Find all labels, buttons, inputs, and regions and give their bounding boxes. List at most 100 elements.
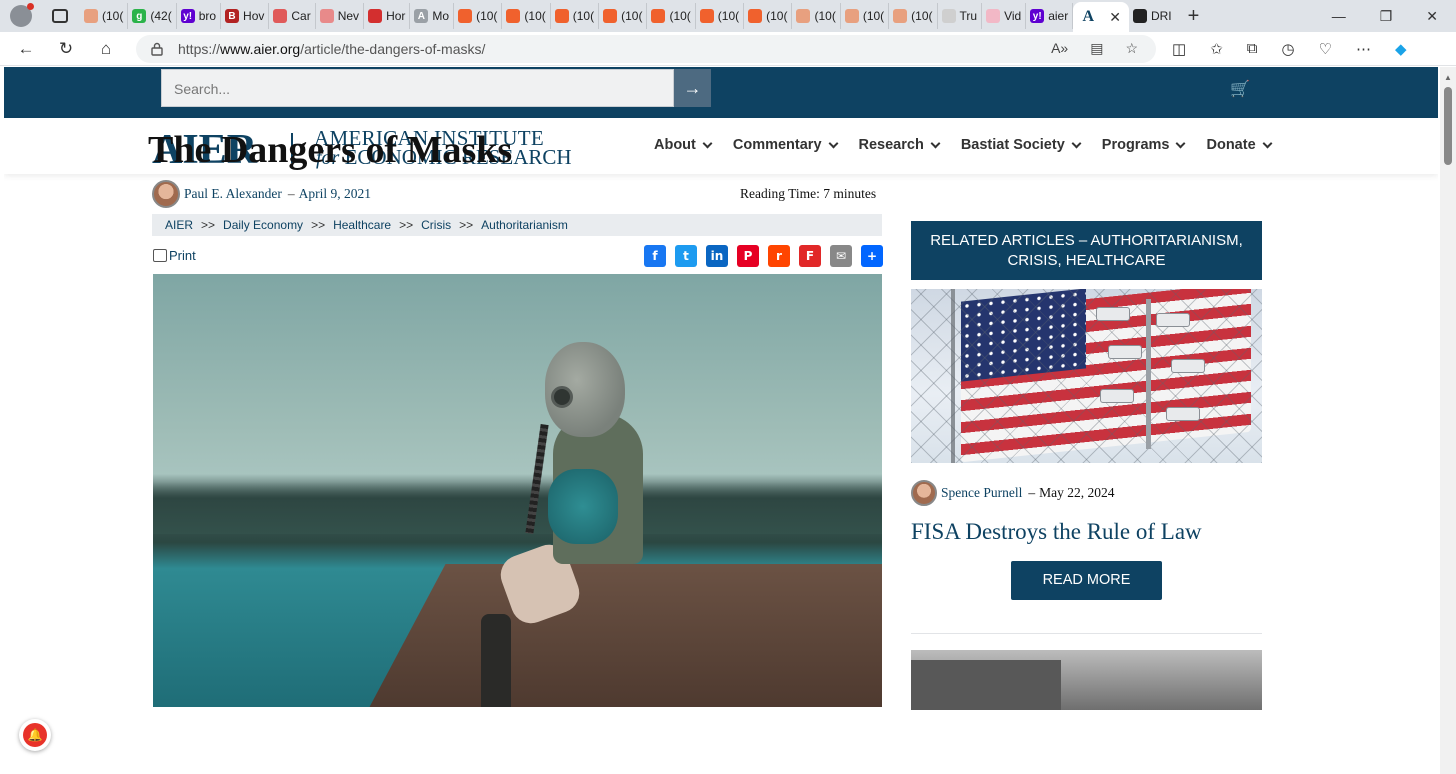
browser-tab[interactable]: B Hov <box>221 3 270 29</box>
related-author-avatar[interactable] <box>911 480 937 506</box>
browser-tab[interactable]: y! bro <box>177 3 222 29</box>
browser-tab[interactable]: (10( <box>502 3 551 29</box>
author-avatar[interactable] <box>152 180 180 208</box>
breadcrumb-link[interactable]: Daily Economy <box>223 218 303 232</box>
search-submit-arrow-icon[interactable]: → <box>674 69 711 107</box>
related-byline: Spence Purnell – May 22, 2024 <box>911 480 1114 506</box>
tab-label: (10( <box>814 9 836 23</box>
browser-tab[interactable]: y! aier <box>1026 3 1074 29</box>
immersive-reader-icon[interactable]: ▤ <box>1090 40 1103 57</box>
linkedin-share-icon[interactable]: in <box>706 245 728 267</box>
publish-date[interactable]: April 9, 2021 <box>299 186 371 202</box>
scrollbar-thumb[interactable] <box>1444 87 1452 165</box>
nav-item-commentary[interactable]: Commentary <box>733 137 838 153</box>
history-icon[interactable]: ◷ <box>1281 40 1294 58</box>
browser-tab[interactable]: (10( <box>551 3 600 29</box>
print-button[interactable]: Print <box>153 248 196 263</box>
nav-item-label: Bastiat Society <box>960 137 1065 153</box>
nav-item-research[interactable]: Research <box>859 137 941 153</box>
email-share-icon[interactable]: ✉ <box>830 245 852 267</box>
refresh-icon[interactable]: ↻ <box>46 39 86 59</box>
new-tab-icon[interactable]: + <box>1188 5 1200 28</box>
browser-tab[interactable]: Tru <box>938 3 983 29</box>
tab-actions-icon[interactable] <box>52 9 68 23</box>
close-window-icon[interactable]: ✕ <box>1426 8 1438 25</box>
favorites-icon[interactable]: ✩ <box>1210 40 1223 58</box>
related-article-image-2[interactable] <box>911 650 1262 710</box>
cart-icon[interactable]: 🛒 <box>1230 79 1250 99</box>
browser-tab[interactable]: (10( <box>889 3 938 29</box>
read-aloud-icon[interactable]: A» <box>1051 40 1068 57</box>
tab-active[interactable]: A ✕ <box>1073 2 1129 32</box>
tab-dri[interactable]: DRI <box>1129 3 1176 29</box>
author-link[interactable]: Paul E. Alexander <box>184 186 282 202</box>
tab-favicon-icon <box>893 9 908 23</box>
restore-icon[interactable]: ❐ <box>1380 8 1393 25</box>
pinterest-share-icon[interactable]: P <box>737 245 759 267</box>
browser-tab[interactable]: Hor <box>364 3 411 29</box>
read-more-button[interactable]: READ MORE <box>1011 561 1162 600</box>
url-field[interactable]: https://www.aier.org/article/the-dangers… <box>136 34 1156 63</box>
breadcrumb-link[interactable]: Healthcare <box>333 218 391 232</box>
browser-tab[interactable]: Vid <box>982 3 1027 29</box>
browser-tab[interactable]: (10( <box>841 3 890 29</box>
minimize-icon[interactable]: — <box>1332 8 1346 25</box>
article-byline: Paul E. Alexander – April 9, 2021 <box>152 180 371 208</box>
tab-favicon-icon <box>506 9 521 23</box>
tab-favicon-icon <box>319 9 334 23</box>
home-icon[interactable]: ⌂ <box>86 39 126 59</box>
facebook-share-icon[interactable]: f <box>644 245 666 267</box>
copilot-icon[interactable]: ◆ <box>1395 40 1407 58</box>
tab-favicon-icon <box>748 9 763 23</box>
nav-item-programs[interactable]: Programs <box>1102 137 1186 153</box>
tab-label: (10( <box>766 9 788 23</box>
share-buttons: f t in Pr F ✉ + <box>644 245 883 267</box>
nav-item-donate[interactable]: Donate <box>1206 137 1273 153</box>
tab-favicon-icon <box>986 9 1001 23</box>
breadcrumb-link[interactable]: AIER <box>165 218 193 232</box>
browser-essentials-icon[interactable]: ♡ <box>1319 40 1332 58</box>
more-menu-icon[interactable]: ⋯ <box>1356 40 1371 58</box>
notification-bell-button[interactable]: 🔔 <box>19 719 51 751</box>
page-scrollbar[interactable]: ▲ <box>1440 67 1456 774</box>
printer-icon <box>153 249 167 262</box>
related-article-image[interactable] <box>911 289 1262 463</box>
tab-label: Vid <box>1004 9 1022 23</box>
breadcrumb-link[interactable]: Authoritarianism <box>481 218 568 232</box>
flipboard-share-icon[interactable]: F <box>799 245 821 267</box>
profile-avatar-icon[interactable] <box>10 3 34 27</box>
related-author-link[interactable]: Spence Purnell <box>941 485 1022 501</box>
tab-label: (10( <box>717 9 740 23</box>
nav-item-bastiat-society[interactable]: Bastiat Society <box>960 137 1082 153</box>
split-screen-icon[interactable]: ◫ <box>1172 40 1186 58</box>
twitter-share-icon[interactable]: t <box>675 245 697 267</box>
share-share-icon[interactable]: + <box>861 245 883 267</box>
tab-favicon-icon <box>941 9 956 23</box>
browser-tab[interactable]: (10( <box>792 3 841 29</box>
browser-tab[interactable]: (10( <box>599 3 648 29</box>
browser-tab[interactable]: g (42( <box>128 3 177 29</box>
scroll-up-icon[interactable]: ▲ <box>1444 73 1452 82</box>
tab-favicon-icon <box>699 9 714 23</box>
browser-tab[interactable]: Car <box>269 3 316 29</box>
close-tab-icon[interactable]: ✕ <box>1109 9 1121 26</box>
breadcrumb-link[interactable]: Crisis <box>421 218 451 232</box>
browser-tab[interactable]: (10( <box>744 3 793 29</box>
collections-icon[interactable]: ⧉ <box>1247 40 1258 58</box>
related-article-title[interactable]: FISA Destroys the Rule of Law <box>911 519 1202 545</box>
site-search-input[interactable]: Search... <box>161 69 674 107</box>
tab-label: bro <box>198 9 217 23</box>
tab-label: Hor <box>386 9 406 23</box>
reddit-share-icon[interactable]: r <box>768 245 790 267</box>
browser-tab[interactable]: (10( <box>80 3 129 29</box>
back-icon[interactable]: ← <box>6 39 46 59</box>
nav-item-label: Donate <box>1206 137 1256 153</box>
browser-tab[interactable]: (10( <box>696 3 745 29</box>
nav-item-about[interactable]: About <box>654 137 713 153</box>
browser-tab[interactable]: A Mo <box>410 3 455 29</box>
favorite-star-icon[interactable]: ☆ <box>1125 40 1138 57</box>
dock-shape <box>360 564 882 707</box>
browser-tab[interactable]: Nev <box>316 3 365 29</box>
browser-tab[interactable]: (10( <box>454 3 503 29</box>
browser-tab[interactable]: (10( <box>647 3 696 29</box>
